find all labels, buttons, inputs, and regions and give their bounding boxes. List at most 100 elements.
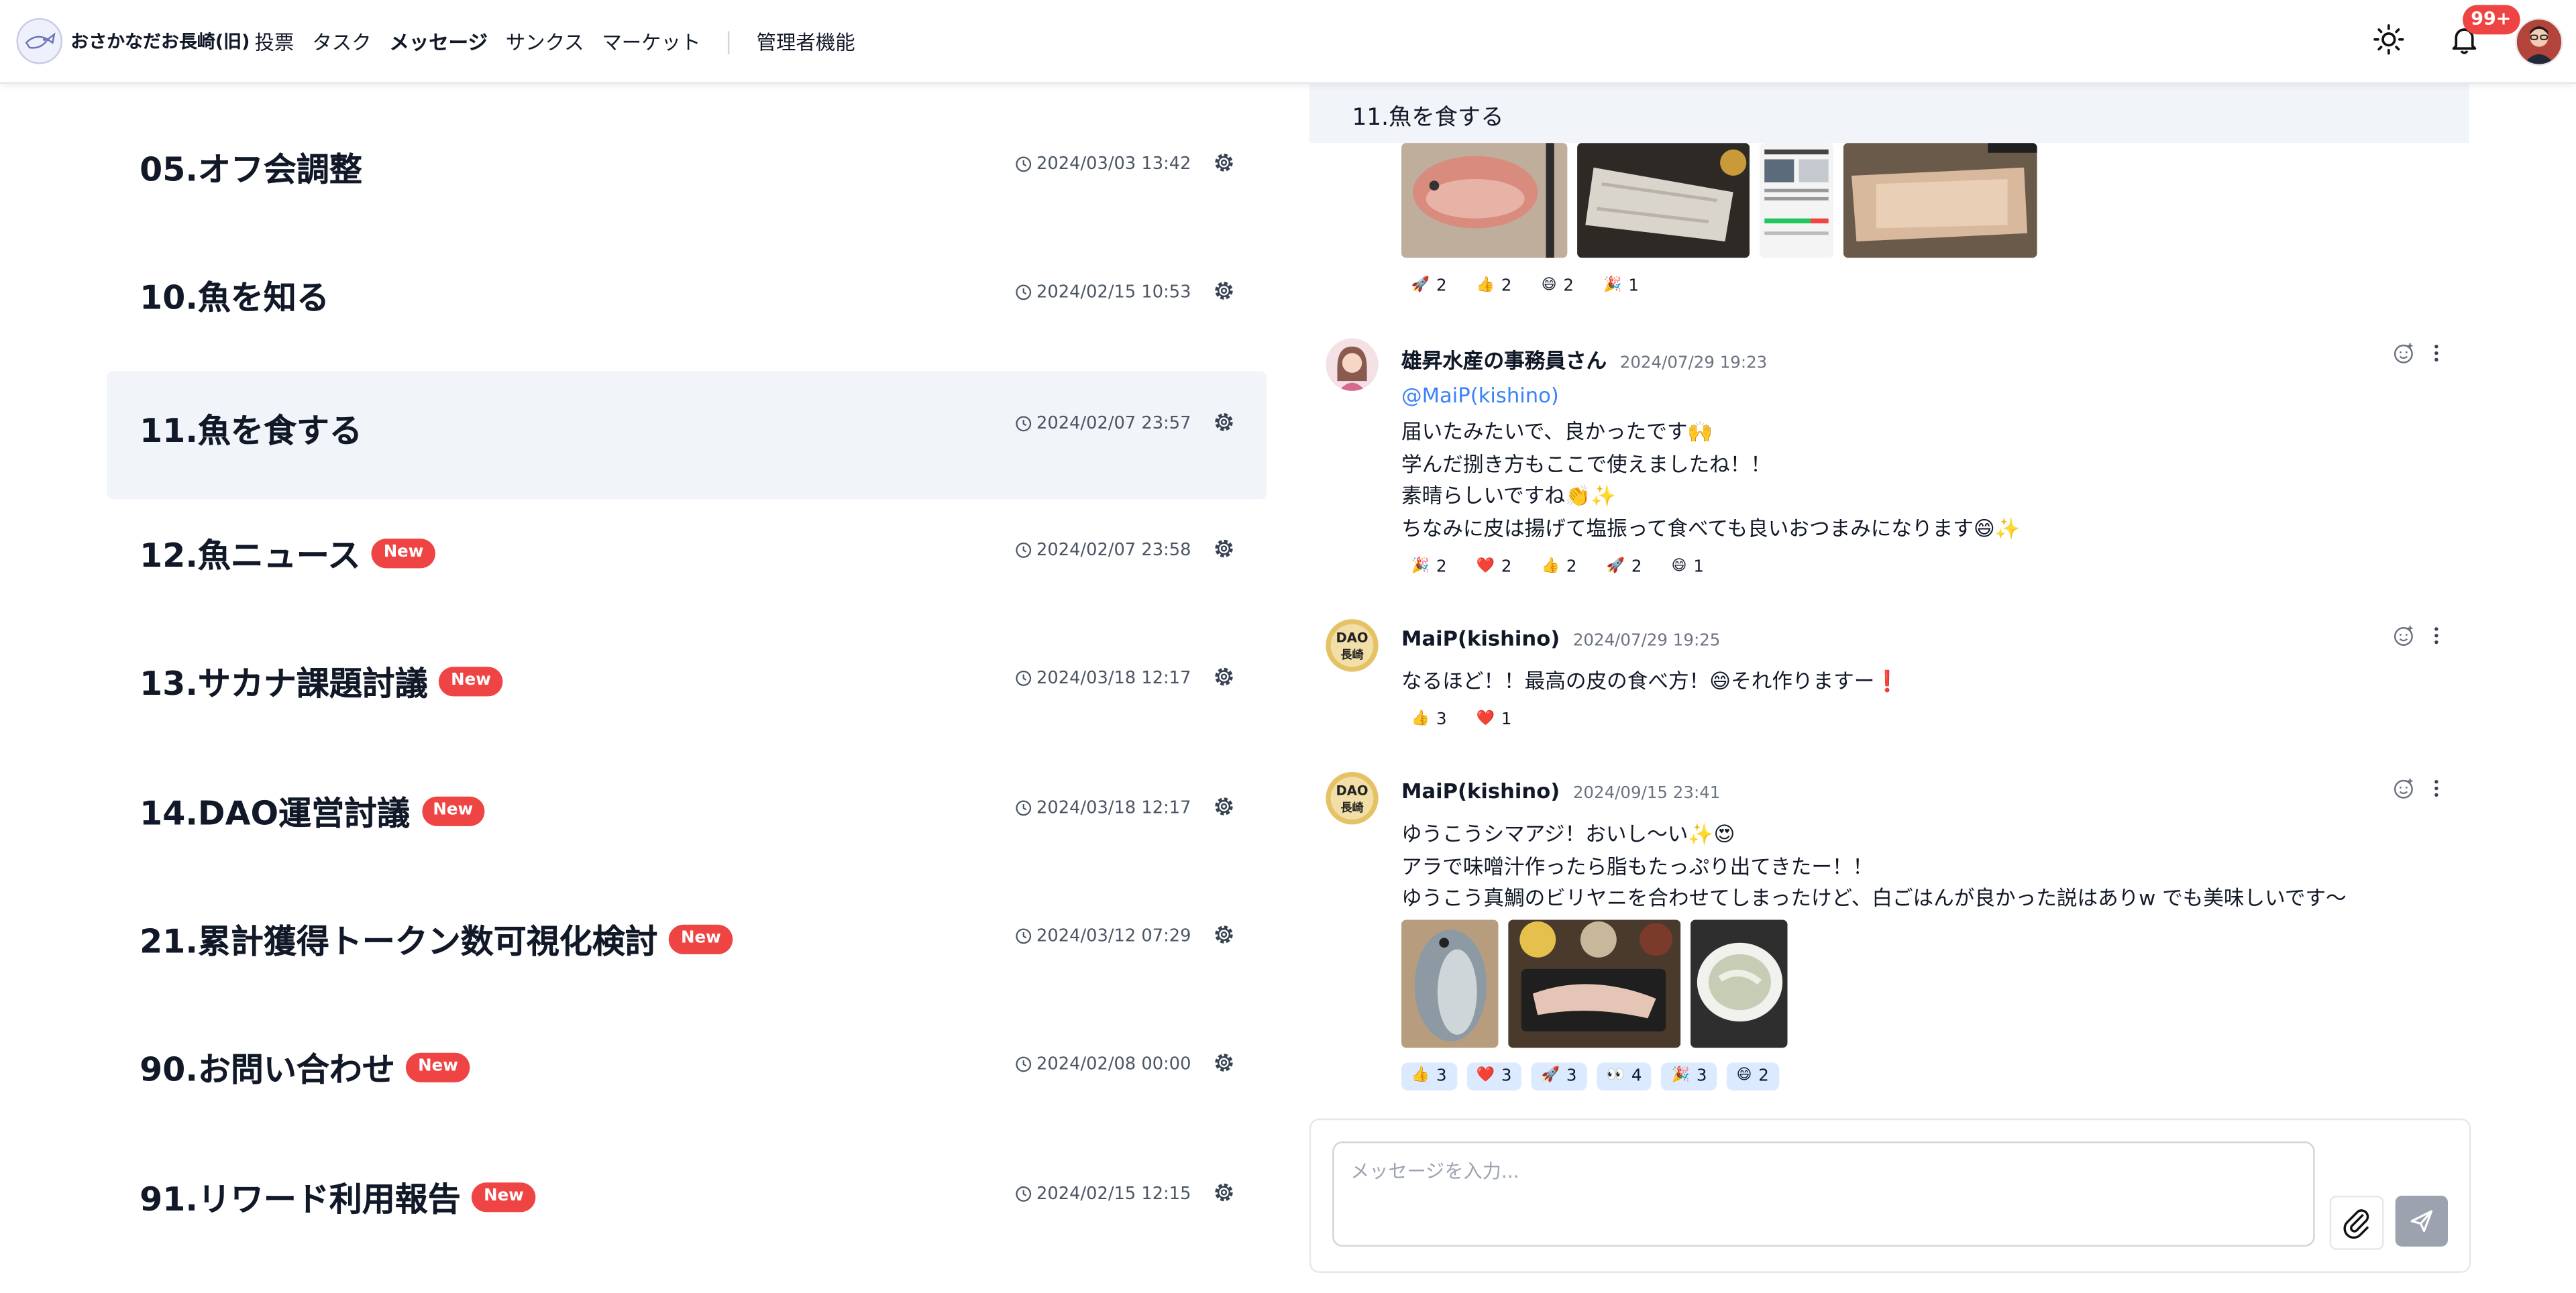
- more-options-icon[interactable]: [2425, 341, 2448, 364]
- reaction-chip[interactable]: 🚀 2: [1597, 553, 1652, 581]
- reaction-chip[interactable]: 😄 2: [1726, 1062, 1779, 1091]
- reaction-chip[interactable]: ❤️ 1: [1466, 706, 1521, 734]
- reaction-chip[interactable]: 🎉 3: [1661, 1062, 1717, 1091]
- reaction-chip[interactable]: ❤️ 2: [1466, 553, 1521, 581]
- reaction-emoji: 🎉: [1603, 277, 1622, 294]
- channel-item-12[interactable]: 12.魚ニュース New 2024/02/07 23:58: [107, 488, 1267, 616]
- message-text: アラで味噌汁作ったら脂もたっぷり出てきたー！！: [1401, 854, 1874, 879]
- new-badge: New: [439, 666, 502, 696]
- nav-admin[interactable]: 管理者機能: [757, 28, 855, 56]
- reaction-emoji: 🚀: [1541, 1067, 1560, 1084]
- gear-icon[interactable]: [1212, 1051, 1235, 1074]
- gear-icon[interactable]: [1212, 537, 1235, 560]
- gear-icon[interactable]: [1212, 410, 1235, 433]
- author-avatar[interactable]: [1326, 338, 1379, 391]
- message-author[interactable]: MaiP(kishino) 2024/07/29 19:25: [1401, 626, 1720, 651]
- message-image[interactable]: [1690, 919, 1788, 1048]
- reaction-chip[interactable]: 👀 4: [1596, 1062, 1652, 1091]
- community-name[interactable]: おさかなだお長崎(旧): [70, 28, 250, 54]
- new-badge: New: [472, 1182, 535, 1212]
- dao-avatar-text: 長崎: [1340, 801, 1363, 815]
- more-options-icon[interactable]: [2425, 777, 2448, 799]
- gear-icon[interactable]: [1212, 665, 1235, 688]
- reaction-emoji: 👍: [1411, 711, 1430, 728]
- reaction-chip[interactable]: ❤️ 3: [1466, 1062, 1522, 1091]
- channel-item-21[interactable]: 21.累計獲得トークン数可視化検討 New 2024/03/12 07:29: [107, 874, 1267, 1002]
- nav-vote[interactable]: 投票: [255, 28, 294, 56]
- fish-photo-icon: [1401, 143, 1568, 258]
- message-image[interactable]: [1759, 143, 1834, 258]
- message-text: ゆうこうシマアジ！おいし〜い✨😍: [1401, 821, 1735, 846]
- reaction-chip[interactable]: 🚀 2: [1401, 273, 1456, 301]
- message-image[interactable]: [1508, 919, 1681, 1048]
- new-badge: New: [669, 923, 733, 954]
- reaction-chip[interactable]: 👍 3: [1401, 1062, 1457, 1091]
- author-name: 雄昇水産の事務員さん: [1401, 348, 1607, 373]
- clock-icon: [1016, 1186, 1031, 1202]
- reaction-count: 2: [1436, 558, 1447, 577]
- sun-icon[interactable]: [2372, 23, 2405, 56]
- nav-market[interactable]: マーケット: [602, 28, 700, 56]
- channel-time: 2024/02/07 23:57: [1036, 414, 1191, 434]
- nav-thanks[interactable]: サンクス: [506, 28, 584, 56]
- message-author[interactable]: 雄昇水産の事務員さん 2024/07/29 19:23: [1401, 343, 1767, 375]
- reaction-chip[interactable]: 👍 2: [1466, 273, 1521, 301]
- channel-item-90[interactable]: 90.お問い合わせ New 2024/02/08 00:00: [107, 1002, 1267, 1130]
- gear-icon[interactable]: [1212, 279, 1235, 302]
- sashimi-photo-icon: [1577, 143, 1750, 258]
- paperclip-icon: [2343, 1209, 2369, 1239]
- mention-link[interactable]: @MaiP(kishino): [1401, 383, 1559, 408]
- channel-item-13[interactable]: 13.サカナ課題討議 New 2024/03/18 12:17: [107, 616, 1267, 744]
- gear-icon[interactable]: [1212, 923, 1235, 946]
- send-button[interactable]: [2395, 1195, 2449, 1247]
- channel-name: 11.魚を食する: [140, 410, 362, 451]
- attach-button[interactable]: [2329, 1195, 2384, 1250]
- channel-name: 12.魚ニュース: [140, 535, 361, 575]
- add-reaction-icon[interactable]: [2392, 777, 2415, 799]
- community-logo[interactable]: [16, 17, 63, 64]
- reaction-chip[interactable]: 👍 3: [1401, 706, 1456, 734]
- author-avatar[interactable]: DAO 長崎: [1326, 619, 1379, 672]
- clock-icon: [1016, 671, 1031, 686]
- reaction-chip[interactable]: 🎉 2: [1401, 553, 1456, 581]
- gear-icon[interactable]: [1212, 151, 1235, 174]
- message-input[interactable]: [1332, 1141, 2315, 1247]
- author-name: MaiP(kishino): [1401, 778, 1560, 803]
- meal-photo-icon: [1508, 919, 1681, 1048]
- channel-time: 2024/03/12 07:29: [1036, 926, 1191, 946]
- gear-icon[interactable]: [1212, 795, 1235, 818]
- channel-item-14[interactable]: 14.DAO運営討議 New 2024/03/18 12:17: [107, 746, 1267, 874]
- channel-time: 2024/02/08 00:00: [1036, 1054, 1191, 1074]
- message-image[interactable]: [1401, 919, 1499, 1048]
- reaction-bar: 🎉 2 ❤️ 2 👍 2 🚀 2 😄 1: [1401, 553, 1723, 581]
- gear-icon[interactable]: [1212, 1181, 1235, 1204]
- reaction-chip[interactable]: 😄 1: [1662, 553, 1714, 581]
- channel-item-05[interactable]: 05.オフ会調整 2024/03/03 13:42: [107, 102, 1267, 230]
- reaction-chip[interactable]: 😄 2: [1532, 273, 1584, 301]
- add-reaction-icon[interactable]: [2392, 341, 2415, 364]
- channel-item-10[interactable]: 10.魚を知る 2024/02/15 10:53: [107, 230, 1267, 358]
- reaction-emoji: 😄: [1671, 558, 1687, 575]
- reaction-chip[interactable]: 👍 2: [1532, 553, 1587, 581]
- reaction-chip[interactable]: 🚀 3: [1531, 1062, 1587, 1091]
- message-image[interactable]: [1401, 143, 1568, 258]
- channel-item-11-selected[interactable]: 11.魚を食する 2024/02/07 23:57: [107, 371, 1267, 500]
- reaction-emoji: 😄: [1736, 1067, 1752, 1084]
- message-text: ゆうこう真鯛のビリヤニを合わせてしまったけど、白ごはんが良かった説はありw でも…: [1401, 885, 2347, 910]
- reaction-count: 1: [1501, 711, 1512, 730]
- reaction-emoji: 🎉: [1411, 558, 1430, 575]
- message-image[interactable]: [1577, 143, 1750, 258]
- reaction-emoji: ❤️: [1476, 1067, 1495, 1084]
- reaction-emoji: 👀: [1606, 1067, 1625, 1084]
- more-options-icon[interactable]: [2425, 624, 2448, 647]
- user-avatar[interactable]: [2515, 17, 2563, 66]
- message-image[interactable]: [1843, 143, 2037, 258]
- author-avatar[interactable]: DAO 長崎: [1326, 772, 1379, 825]
- reaction-count: 3: [1436, 711, 1447, 730]
- add-reaction-icon[interactable]: [2392, 624, 2415, 647]
- message-author[interactable]: MaiP(kishino) 2024/09/15 23:41: [1401, 779, 1720, 803]
- channel-item-91[interactable]: 91.リワード利用報告 New 2024/02/15 12:15: [107, 1131, 1267, 1259]
- reaction-chip[interactable]: 🎉 1: [1593, 273, 1648, 301]
- nav-message[interactable]: メッセージ: [389, 28, 487, 56]
- nav-task[interactable]: タスク: [312, 28, 371, 56]
